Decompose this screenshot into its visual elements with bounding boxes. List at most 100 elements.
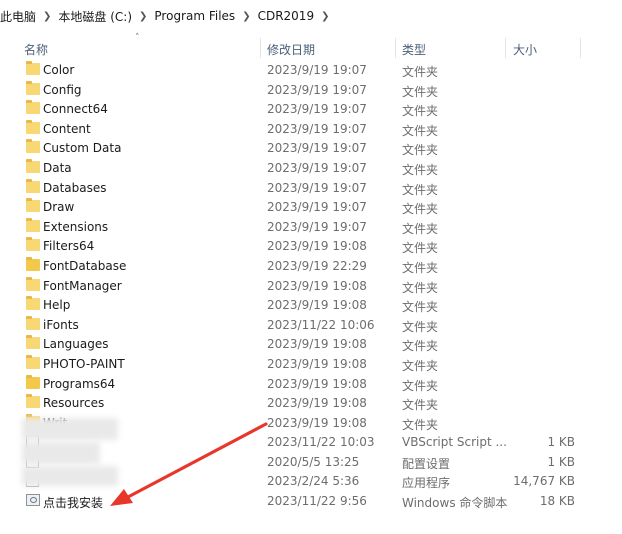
folder-row[interactable]: Databases 2023/9/19 19:07 文件夹 — [0, 178, 622, 198]
row-date: 2023/2/24 5:36 — [267, 474, 360, 489]
row-date: 2023/9/19 19:08 — [267, 298, 367, 313]
row-type: 文件夹 — [402, 143, 439, 158]
chevron-right-icon[interactable]: ❯ — [317, 11, 333, 22]
folder-icon — [26, 276, 40, 291]
row-name: PHOTO-PAINT — [43, 356, 125, 371]
row-name: Databases — [43, 180, 107, 195]
folder-row[interactable]: PHOTO-PAINT 2023/9/19 19:08 文件夹 — [0, 354, 622, 374]
row-name: Programs64 — [43, 376, 116, 391]
column-header-name[interactable]: 名称 — [24, 41, 48, 58]
row-size: 1 KB — [547, 454, 575, 469]
row-date: 2020/5/5 13:25 — [267, 454, 360, 469]
blurred-region — [22, 418, 118, 440]
column-header-date[interactable]: 修改日期 — [267, 41, 315, 58]
folder-icon — [26, 335, 40, 350]
folder-row[interactable]: Help 2023/9/19 19:08 文件夹 — [0, 295, 622, 315]
row-date: 2023/9/19 19:07 — [267, 160, 367, 175]
row-type: VBScript Script ... — [402, 435, 507, 450]
blurred-region — [22, 466, 118, 486]
column-divider[interactable] — [580, 38, 581, 58]
row-name: Extensions — [43, 219, 109, 234]
column-header-row: ˄ 名称 修改日期 类型 大小 — [0, 33, 622, 58]
row-type: Windows 命令脚本 — [402, 496, 508, 511]
folder-icon — [26, 61, 40, 75]
row-name: Custom Data — [43, 141, 122, 156]
folder-row[interactable]: FontManager 2023/9/19 19:08 文件夹 — [0, 276, 622, 296]
row-name: Help — [43, 298, 71, 313]
row-date: 2023/9/19 19:07 — [267, 141, 367, 156]
row-date: 2023/9/19 19:07 — [267, 121, 367, 136]
row-type: 文件夹 — [402, 104, 439, 119]
row-name: Filters64 — [43, 239, 95, 254]
breadcrumb-this-pc[interactable]: 此电脑 — [0, 8, 39, 25]
row-date: 2023/9/19 19:07 — [267, 82, 367, 97]
folder-icon — [26, 394, 40, 409]
column-divider[interactable] — [395, 38, 396, 58]
row-type: 文件夹 — [402, 84, 439, 99]
row-type: 文件夹 — [402, 319, 439, 334]
folder-row[interactable]: Programs64 2023/9/19 19:08 文件夹 — [0, 374, 622, 394]
column-header-type[interactable]: 类型 — [402, 41, 426, 58]
row-type: 文件夹 — [402, 182, 439, 197]
folder-row[interactable]: Color 2023/9/19 19:07 文件夹 — [0, 60, 622, 80]
row-date: 2023/11/22 9:56 — [267, 494, 367, 509]
row-type: 文件夹 — [402, 162, 439, 177]
folder-row[interactable]: Filters64 2023/9/19 19:08 文件夹 — [0, 236, 622, 256]
folder-row[interactable]: Content 2023/9/19 19:07 文件夹 — [0, 119, 622, 139]
folder-row[interactable]: Resources 2023/9/19 19:08 文件夹 — [0, 393, 622, 413]
row-type: 文件夹 — [402, 398, 439, 413]
folder-icon — [26, 158, 40, 173]
column-header-size[interactable]: 大小 — [513, 41, 537, 58]
row-date: 2023/9/19 19:07 — [267, 180, 367, 195]
folder-icon — [26, 80, 40, 95]
chevron-right-icon: ❯ — [242, 10, 251, 22]
row-name: Data — [43, 160, 72, 175]
row-name: Config — [43, 82, 82, 97]
breadcrumb-program-files[interactable]: Program Files — [151, 9, 238, 23]
column-divider[interactable] — [505, 38, 506, 58]
row-size: 18 KB — [539, 494, 575, 509]
row-name: 点击我安装 — [43, 496, 104, 511]
row-name: Connect64 — [43, 102, 108, 117]
row-name: Resources — [43, 396, 105, 411]
column-divider[interactable] — [260, 38, 261, 58]
row-date: 2023/9/19 22:29 — [267, 258, 367, 273]
folder-row[interactable]: Connect64 2023/9/19 19:07 文件夹 — [0, 99, 622, 119]
folder-icon — [26, 296, 40, 311]
folder-icon — [26, 374, 40, 389]
row-date: 2023/11/22 10:06 — [267, 317, 375, 332]
breadcrumb-cdr2019[interactable]: CDR2019 — [255, 9, 318, 23]
folder-row[interactable]: Extensions 2023/9/19 19:07 文件夹 — [0, 217, 622, 237]
folder-icon — [26, 256, 40, 271]
folder-icon — [26, 198, 40, 213]
folder-row[interactable]: Data 2023/9/19 19:07 文件夹 — [0, 158, 622, 178]
folder-row[interactable]: Languages 2023/9/19 19:08 文件夹 — [0, 334, 622, 354]
row-size: 14,767 KB — [513, 474, 575, 489]
breadcrumb-local-disk[interactable]: 本地磁盘 (C:) — [55, 8, 135, 25]
folder-row[interactable]: Config 2023/9/19 19:07 文件夹 — [0, 80, 622, 100]
folder-row[interactable]: Draw 2023/9/19 19:07 文件夹 — [0, 197, 622, 217]
row-name: FontDatabase — [43, 258, 127, 273]
file-row[interactable]: 点击我安装 2023/11/22 9:56 Windows 命令脚本 18 KB — [0, 491, 622, 511]
row-name: Content — [43, 121, 91, 136]
row-name: Color — [43, 63, 75, 77]
row-type: 文件夹 — [402, 123, 439, 138]
row-date: 2023/9/19 19:08 — [267, 278, 367, 293]
folder-row[interactable]: iFonts 2023/11/22 10:06 文件夹 — [0, 315, 622, 335]
chevron-right-icon: ❯ — [43, 10, 52, 22]
row-type: 文件夹 — [402, 378, 439, 393]
row-date: 2023/9/19 19:08 — [267, 239, 367, 254]
folder-row[interactable]: Custom Data 2023/9/19 19:07 文件夹 — [0, 138, 622, 158]
row-date: 2023/9/19 19:08 — [267, 376, 367, 391]
row-date: 2023/9/19 19:08 — [267, 396, 367, 411]
row-date: 2023/9/19 19:08 — [267, 356, 367, 371]
row-type: 文件夹 — [402, 221, 439, 236]
row-type: 文件夹 — [402, 241, 439, 256]
row-type: 配置设置 — [402, 456, 451, 471]
script-icon — [26, 494, 40, 507]
folder-row[interactable]: FontDatabase 2023/9/19 22:29 文件夹 — [0, 256, 622, 276]
row-type: 文件夹 — [402, 65, 439, 79]
row-type: 文件夹 — [402, 358, 439, 373]
row-type: 文件夹 — [402, 280, 439, 295]
folder-icon — [26, 100, 40, 115]
